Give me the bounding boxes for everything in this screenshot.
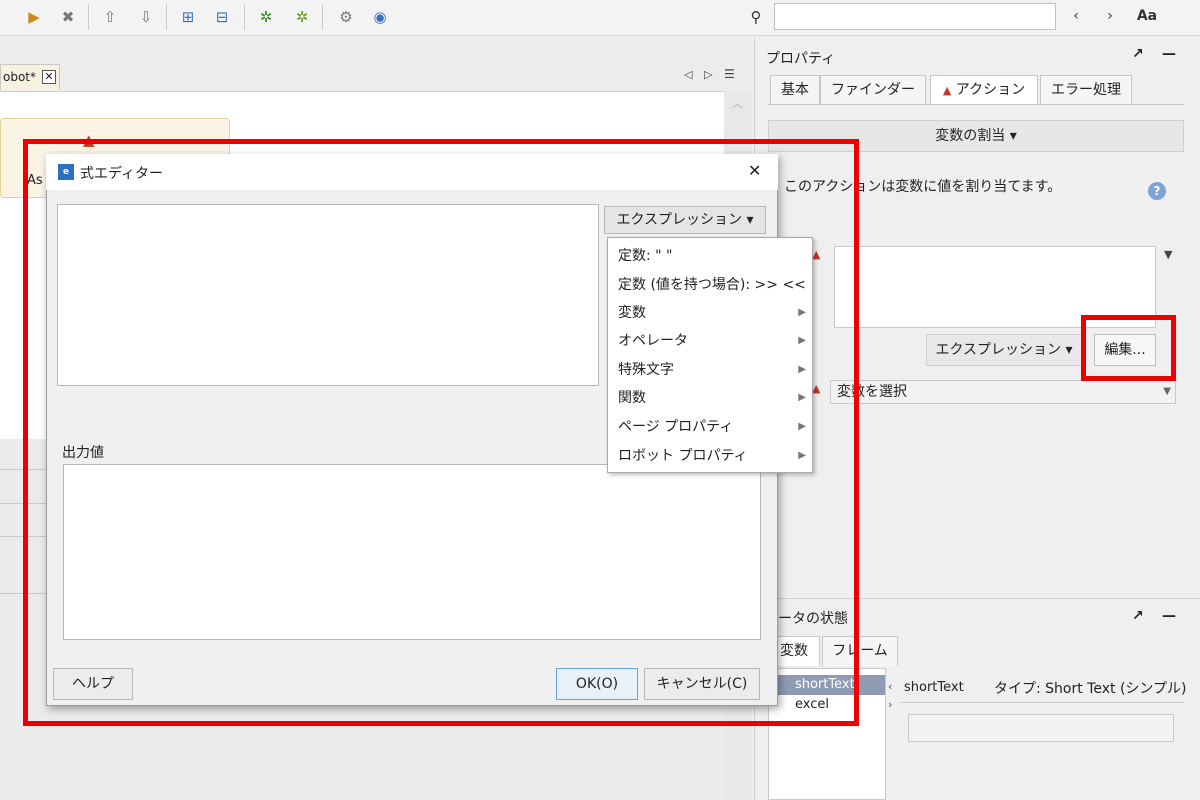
toolbar-separator (88, 4, 89, 30)
close-tab-icon[interactable]: ✕ (42, 70, 56, 84)
tab-action-label: アクション (955, 82, 1026, 98)
expand-icon[interactable]: ⊞ (176, 6, 200, 28)
toolbar-separator (166, 4, 167, 30)
warning-icon: ▲ (942, 84, 952, 97)
debug-step-icon[interactable]: ✲ (290, 6, 314, 28)
variable-value-field[interactable] (908, 714, 1174, 742)
properties-title: プロパティ (766, 51, 836, 67)
help-icon[interactable]: ? (1148, 182, 1166, 200)
maximize-icon[interactable]: ↗ (1132, 46, 1144, 62)
run-icon[interactable]: ▶ (22, 6, 46, 28)
selected-variable-type: タイプ: Short Text (シンプル) (994, 681, 1187, 697)
stop-icon[interactable]: ✖ (56, 6, 80, 28)
highlight-box-edit-button (1081, 315, 1176, 381)
match-case-button[interactable]: Aa (1132, 6, 1162, 26)
tab-action[interactable]: ▲ アクション (930, 75, 1038, 105)
tab-right-icon[interactable]: ▷ (704, 68, 712, 81)
maximize-icon[interactable]: ↗ (1132, 608, 1144, 624)
collapse-icon[interactable]: ⊟ (210, 6, 234, 28)
globe-icon[interactable]: ◉ (368, 6, 392, 28)
divider (900, 702, 1184, 703)
tab-basic[interactable]: 基本 (770, 75, 820, 105)
variable-select[interactable]: 変数を選択 ▼ (830, 380, 1176, 404)
search-input[interactable] (774, 3, 1056, 30)
search-icon: ⚲ (750, 8, 762, 26)
search-next-button[interactable]: › (1098, 6, 1122, 26)
tab-finder[interactable]: ファインダー (820, 75, 926, 105)
collapse-left-icon[interactable]: ‹ (888, 680, 892, 693)
dropdown-arrow-icon[interactable]: ▼ (1164, 248, 1172, 261)
tab-list-icon[interactable]: ☰ (724, 67, 735, 81)
toolbar-separator (322, 4, 323, 30)
step-up-icon[interactable]: ⇧ (98, 6, 122, 28)
search-prev-button[interactable]: ‹ (1064, 6, 1088, 26)
collapse-right-icon[interactable]: › (888, 698, 892, 711)
settings-icon[interactable]: ⚙ (334, 6, 358, 28)
expression-button[interactable]: エクスプレッション ▾ (926, 334, 1082, 366)
selected-variable-name: shortText (904, 680, 964, 695)
highlight-box-dialog (23, 139, 859, 726)
step-down-icon[interactable]: ⇩ (134, 6, 158, 28)
chevron-down-icon: ▼ (1163, 386, 1171, 397)
tab-robot[interactable]: obot* ✕ (0, 64, 60, 90)
debug-icon[interactable]: ✲ (254, 6, 278, 28)
tab-divider (768, 104, 1184, 105)
tab-label: obot* (3, 70, 37, 84)
toolbar-separator (244, 4, 245, 30)
tab-left-icon[interactable]: ◁ (684, 68, 692, 81)
minimize-icon[interactable]: — (1162, 608, 1176, 624)
minimize-icon[interactable]: — (1162, 46, 1176, 62)
scroll-up-icon[interactable]: ︿ (732, 95, 743, 111)
tab-error-handling[interactable]: エラー処理 (1040, 75, 1132, 105)
